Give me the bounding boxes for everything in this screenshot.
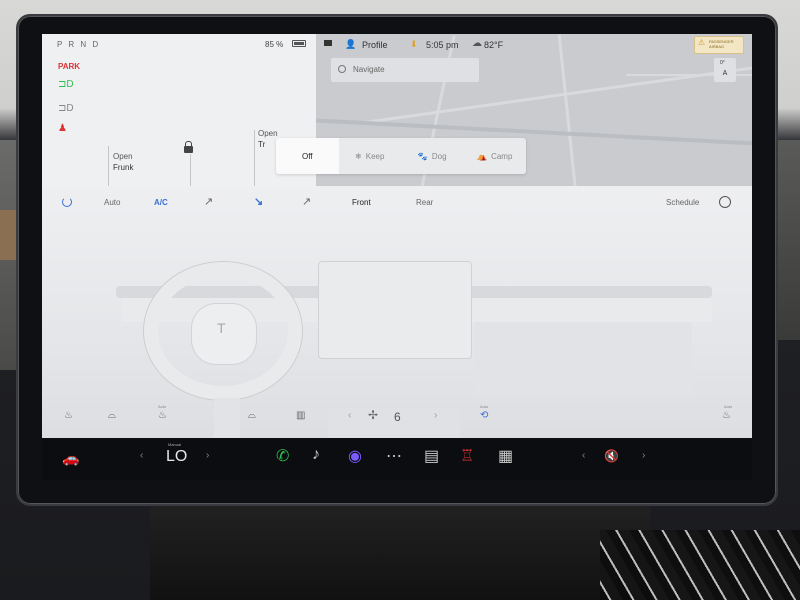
steering-column-render xyxy=(214,398,240,438)
car-status-panel: P R N D 85 % PARK ⊐D ⊐D ♟ Open Frunk Ope… xyxy=(42,34,316,186)
recirculate-auto-label: Auto xyxy=(480,404,489,409)
fan-speed-value: 6 xyxy=(394,410,401,424)
ac-button[interactable]: A/C xyxy=(154,198,168,207)
divider xyxy=(190,154,191,186)
battery-icon xyxy=(292,40,306,47)
glovebox-render xyxy=(474,322,692,396)
passenger-seat-heat-icon[interactable]: ♨ xyxy=(722,410,731,421)
map-street xyxy=(557,34,578,186)
fan-decrease-button[interactable]: ‹ xyxy=(348,410,351,421)
temp-decrease-button[interactable]: ‹ xyxy=(140,450,143,461)
fan-increase-button[interactable]: › xyxy=(434,410,437,421)
divider xyxy=(108,146,109,186)
mode-keep-label: Keep xyxy=(365,151,385,161)
front-tab[interactable]: Front xyxy=(352,198,371,207)
seatbelt-icon: ♟ xyxy=(58,123,67,134)
steering-heat-icon[interactable]: ⌓ xyxy=(108,410,116,421)
tesla-logo-icon: T xyxy=(217,320,226,336)
compass-button[interactable]: 0° A xyxy=(714,58,736,82)
weather-icon: ☁ xyxy=(472,38,482,49)
rear-tab[interactable]: Rear xyxy=(416,198,433,207)
compass-letter: A xyxy=(722,70,728,77)
mode-off[interactable]: Off xyxy=(276,138,339,174)
headlight-icon: ⊐D xyxy=(58,79,74,90)
phone-icon[interactable]: ✆ xyxy=(276,446,289,466)
mode-dog-label: Dog xyxy=(431,151,447,161)
camp-icon: ⛺ xyxy=(477,151,488,161)
car-icon[interactable]: 🚗 xyxy=(62,450,79,467)
mode-dog[interactable]: 🐾 Dog xyxy=(401,138,464,174)
park-indicator: PARK xyxy=(58,62,81,71)
seat-heat-icon[interactable]: ♨ xyxy=(158,410,167,421)
mute-icon[interactable]: 🔇 xyxy=(604,449,619,463)
mode-camp-label: Camp xyxy=(491,151,513,161)
passenger-airbag-indicator: PASSENGER AIRBAG xyxy=(694,36,744,54)
calendar-icon[interactable]: ▦ xyxy=(498,446,513,466)
fan-icon: ❄ xyxy=(355,151,362,161)
dog-icon: 🐾 xyxy=(417,151,428,161)
photo-background: P R N D 85 % PARK ⊐D ⊐D ♟ Open Frunk Ope… xyxy=(0,0,800,600)
recirculate-icon[interactable]: ⟲ xyxy=(480,410,488,421)
manual-label: Manual xyxy=(168,442,182,447)
more-apps-icon[interactable]: ⋯ xyxy=(386,446,402,466)
search-icon xyxy=(338,65,346,73)
touchscreen: P R N D 85 % PARK ⊐D ⊐D ♟ Open Frunk Ope… xyxy=(42,34,752,438)
notes-icon[interactable]: ▤ xyxy=(424,446,439,466)
trunk-open-label[interactable]: Open xyxy=(258,129,278,138)
parking-light-icon: ⊐D xyxy=(58,103,74,114)
divider xyxy=(254,130,255,186)
camera-icon[interactable]: ◉ xyxy=(348,446,362,466)
climate-panel: Auto A/C ↗ ↘ ↗ Front Rear Schedule T ♨ ⌓… xyxy=(42,186,752,438)
power-icon[interactable] xyxy=(62,197,72,207)
auto-button[interactable]: Auto xyxy=(104,198,120,207)
driver-seat-heat-icon[interactable]: ♨ xyxy=(64,410,73,421)
fan-icon: ✢ xyxy=(368,408,379,422)
airflow-feet-icon[interactable]: ↘ xyxy=(254,195,263,208)
mode-off-label: Off xyxy=(301,151,313,161)
profile-button[interactable]: Profile xyxy=(362,40,388,50)
outside-temperature: 82°F xyxy=(484,40,504,50)
trunk-value[interactable]: Tr xyxy=(258,140,265,149)
seat-fabric xyxy=(600,530,800,600)
volume-increase-button[interactable]: › xyxy=(642,450,645,461)
rear-defrost-icon[interactable]: ▥ xyxy=(296,410,305,421)
passenger-seat-auto-label: Auto xyxy=(724,404,733,409)
front-defrost-icon[interactable]: ⌓ xyxy=(248,410,256,421)
compass-heading: 0° xyxy=(720,60,725,66)
unlock-icon[interactable] xyxy=(184,141,193,153)
schedule-button[interactable]: Schedule xyxy=(666,198,699,207)
temp-increase-button[interactable]: › xyxy=(206,450,209,461)
music-icon[interactable]: ♪ xyxy=(312,446,320,464)
gear-selector: P R N D xyxy=(57,40,101,49)
profile-icon[interactable]: 👤 xyxy=(345,39,356,50)
mode-camp[interactable]: ⛺ Camp xyxy=(464,138,527,174)
bottom-dock: 🚗 Manual LO ‹ › ✆ ♪ ◉ ⋯ ▤ ♖ ▦ ‹ 🔇 › xyxy=(42,438,752,480)
center-console xyxy=(150,500,650,600)
vent-control-area[interactable] xyxy=(318,261,472,359)
frunk-open-label[interactable]: Open xyxy=(113,152,133,161)
time-display: 5:05 pm xyxy=(426,40,459,50)
seat-auto-label: Auto xyxy=(158,404,167,409)
airflow-windshield-icon[interactable]: ↗ xyxy=(302,195,311,208)
arcade-icon[interactable]: ♖ xyxy=(460,446,474,466)
download-icon[interactable]: ⬇ xyxy=(410,39,418,50)
lock-icon[interactable] xyxy=(324,40,332,46)
airflow-face-icon[interactable]: ↗ xyxy=(204,195,213,208)
clock-icon[interactable] xyxy=(719,196,731,208)
climate-mode-selector: Off ❄ Keep 🐾 Dog ⛺ Camp xyxy=(276,138,526,174)
mode-keep[interactable]: ❄ Keep xyxy=(339,138,402,174)
driver-temperature[interactable]: LO xyxy=(166,448,187,466)
battery-percent: 85 % xyxy=(265,40,284,49)
navigate-search[interactable]: Navigate xyxy=(331,58,479,82)
frunk-value[interactable]: Frunk xyxy=(113,163,133,172)
volume-decrease-button[interactable]: ‹ xyxy=(582,450,585,461)
